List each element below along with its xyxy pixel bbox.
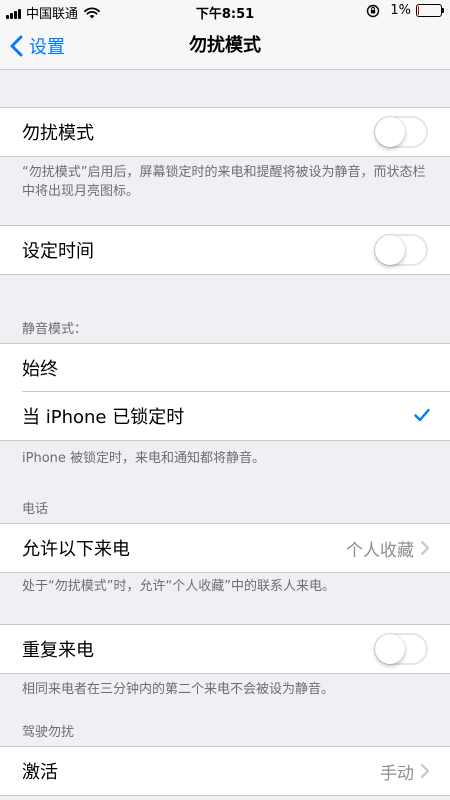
page-title: 勿扰模式 — [189, 35, 261, 56]
repeated-calls-footer: 相同来电者在三分钟内的第二个来电不会被设为静音。 — [22, 682, 335, 697]
silence-option-locked[interactable]: 当 iPhone 已锁定时 — [0, 392, 450, 441]
dnd-cell: 勿扰模式 — [0, 107, 450, 157]
silence-option-always[interactable]: 始终 — [0, 343, 450, 392]
allow-calls-label: 允许以下来电 — [22, 539, 130, 560]
scheduled-label: 设定时间 — [22, 241, 94, 262]
status-right: 1% — [366, 3, 444, 18]
silence-header: 静音模式： — [22, 322, 88, 337]
allow-calls-cell[interactable]: 允许以下来电 个人收藏 — [0, 523, 450, 573]
battery-icon — [416, 4, 444, 17]
status-bar: 中国联通 下午8:51 1% — [0, 0, 450, 22]
dnd-footer: “勿扰模式”启用后，屏幕锁定时的来电和提醒将被设为静音，而状态栏中将出现月亮图标… — [22, 165, 426, 199]
dnd-label: 勿扰模式 — [22, 123, 94, 144]
driving-activate-cell[interactable]: 激活 手动 — [0, 746, 450, 796]
dnd-toggle[interactable] — [374, 116, 428, 148]
rotation-lock-icon — [367, 4, 380, 17]
driving-activate-value: 手动 — [380, 763, 414, 784]
checkmark-icon — [414, 408, 430, 422]
chevron-right-icon — [420, 763, 430, 779]
silence-option-label: 当 iPhone 已锁定时 — [22, 407, 185, 428]
battery-level-fill — [418, 6, 419, 15]
phone-header: 电话 — [22, 502, 49, 517]
back-button[interactable]: 设置 — [10, 22, 65, 69]
scheduled-cell: 设定时间 — [0, 225, 450, 275]
navigation-bar: 设置 勿扰模式 — [0, 22, 450, 70]
battery-percent: 1% — [390, 3, 411, 18]
chevron-left-icon — [10, 35, 23, 56]
allow-calls-value: 个人收藏 — [346, 540, 414, 561]
repeated-calls-label: 重复来电 — [22, 640, 94, 661]
scheduled-toggle-knob — [375, 235, 405, 265]
dnd-toggle-knob — [375, 117, 405, 147]
allow-calls-footer: 处于“勿扰模式”时，允许“个人收藏”中的联系人来电。 — [22, 579, 335, 594]
silence-footer: iPhone 被锁定时，来电和通知都将静音。 — [22, 451, 266, 466]
repeated-calls-cell: 重复来电 — [0, 624, 450, 674]
driving-activate-label: 激活 — [22, 762, 58, 783]
driving-header: 驾驶勿扰 — [22, 725, 75, 740]
chevron-right-icon — [420, 540, 430, 556]
silence-option-label: 始终 — [22, 359, 58, 380]
scheduled-toggle[interactable] — [374, 234, 428, 266]
back-button-label: 设置 — [29, 36, 65, 58]
repeated-calls-toggle[interactable] — [374, 633, 428, 665]
repeated-calls-toggle-knob — [375, 634, 405, 664]
